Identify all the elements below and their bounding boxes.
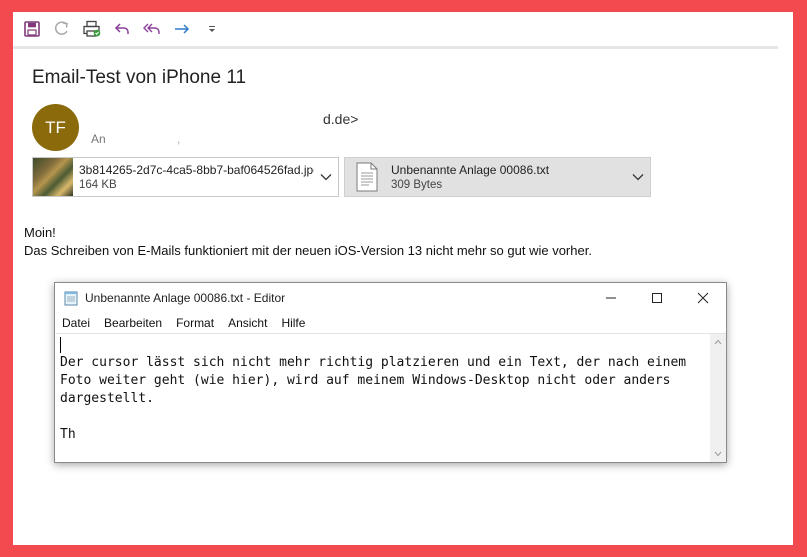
redo-icon[interactable] [48, 15, 76, 43]
text-line [60, 336, 710, 354]
notepad-menubar: Datei Bearbeiten Format Ansicht Hilfe [55, 313, 312, 333]
menu-ansicht[interactable]: Ansicht [221, 316, 274, 330]
quick-access-toolbar [13, 12, 793, 46]
minimize-button[interactable] [588, 283, 634, 313]
text-line: Foto weiter geht (wie hier), wird auf me… [60, 373, 671, 388]
text-line: Der cursor lässt sich nicht mehr richtig… [60, 355, 687, 370]
avatar-initials: TF [45, 117, 66, 137]
attachment-jpg[interactable]: 3b814265-2d7c-4ca5-8bb7-baf064526fad.jpg… [32, 157, 339, 197]
outlook-message-window: Email-Test von iPhone 11 TF d.de> An , 3… [13, 12, 793, 545]
scroll-down-arrow-icon[interactable] [710, 446, 726, 462]
toolbar-divider [13, 46, 778, 49]
notepad-text-area[interactable]: Der cursor lässt sich nicht mehr richtig… [56, 333, 710, 462]
menu-bearbeiten[interactable]: Bearbeiten [97, 316, 169, 330]
image-thumbnail [33, 158, 73, 196]
menu-hilfe[interactable]: Hilfe [274, 316, 312, 330]
print-icon[interactable] [78, 15, 106, 43]
attachment-name: 3b814265-2d7c-4ca5-8bb7-baf064526fad.jpg [79, 163, 314, 177]
notepad-window: Unbenannte Anlage 00086.txt - Editor Dat… [54, 282, 727, 463]
email-subject: Email-Test von iPhone 11 [32, 67, 247, 88]
text-cursor [60, 336, 61, 353]
customize-dropdown-icon[interactable] [198, 15, 226, 43]
scroll-up-arrow-icon[interactable] [710, 334, 726, 350]
recipient-label: An [91, 132, 106, 146]
chevron-down-icon[interactable] [626, 158, 650, 196]
attachment-txt[interactable]: Unbenannte Anlage 00086.txt 309 Bytes [344, 157, 651, 197]
menu-format[interactable]: Format [169, 316, 221, 330]
save-icon[interactable] [18, 15, 46, 43]
text-file-icon [345, 158, 389, 196]
chevron-down-icon[interactable] [314, 158, 338, 196]
attachment-size: 309 Bytes [391, 179, 443, 191]
notepad-icon [63, 290, 79, 306]
notepad-title: Unbenannte Anlage 00086.txt - Editor [85, 291, 286, 305]
forward-icon[interactable] [168, 15, 196, 43]
text-line [60, 408, 710, 426]
text-line: dargestellt. [60, 391, 154, 406]
attachment-name: Unbenannte Anlage 00086.txt [391, 163, 550, 177]
reply-icon[interactable] [108, 15, 136, 43]
reply-all-icon[interactable] [138, 15, 166, 43]
notepad-titlebar[interactable]: Unbenannte Anlage 00086.txt - Editor [55, 283, 726, 313]
close-button[interactable] [680, 283, 726, 313]
menu-datei[interactable]: Datei [55, 316, 97, 330]
vertical-scrollbar[interactable] [710, 333, 726, 462]
maximize-button[interactable] [634, 283, 680, 313]
recipient-value[interactable]: , [177, 132, 180, 146]
body-line: Moin! [24, 225, 56, 240]
email-body: Moin! Das Schreiben von E-Mails funktion… [24, 224, 592, 260]
attachment-size: 164 KB [79, 179, 117, 191]
sender-address[interactable]: d.de> [323, 111, 358, 127]
sender-avatar[interactable]: TF [32, 104, 79, 151]
text-line: Th [60, 427, 76, 442]
body-line: Das Schreiben von E-Mails funktioniert m… [24, 243, 592, 258]
